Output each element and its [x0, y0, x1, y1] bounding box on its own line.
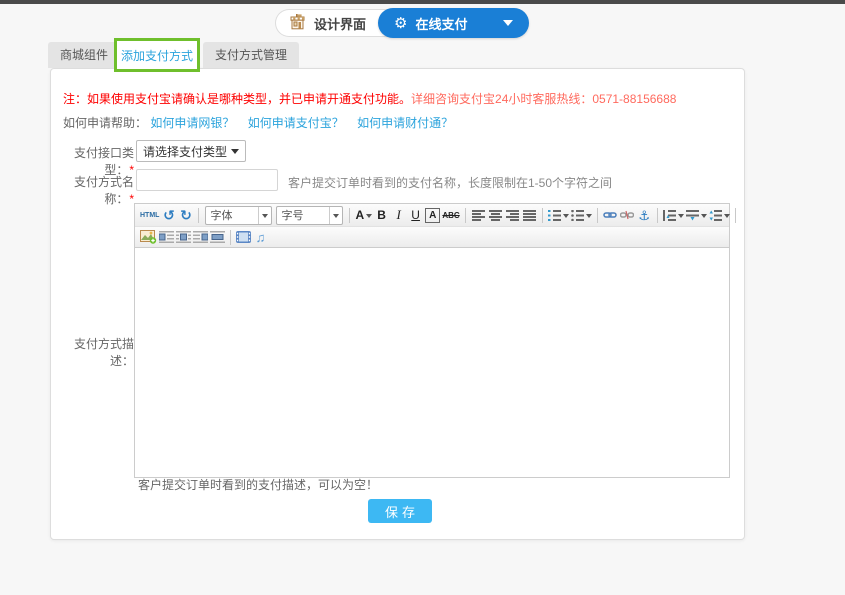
toolbar-separator: [541, 207, 543, 223]
header-switcher: 设计界面 ⚙ 在线支付: [275, 8, 530, 38]
image-float-left-icon[interactable]: [158, 228, 175, 247]
image-inline-icon[interactable]: [175, 228, 192, 247]
interface-type-select[interactable]: 请选择支付类型: [136, 140, 246, 162]
help-label: 如何申请帮助：: [63, 116, 148, 130]
insert-image-icon[interactable]: [139, 228, 158, 247]
tab-add-payment-label: 添加支付方式: [120, 48, 193, 63]
unordered-list-button[interactable]: [570, 206, 593, 225]
help-link-tenpay[interactable]: 如何申请财付通？: [357, 116, 453, 130]
combo-caret-icon: [585, 213, 592, 221]
align-center-icon[interactable]: [487, 206, 504, 225]
notice-text: 注：如果使用支付宝请确认是哪种类型，并已申请开通支付功能。: [63, 92, 412, 106]
font-family-select[interactable]: 字体: [205, 205, 273, 225]
online-pay-label: 在线支付: [415, 16, 468, 32]
save-button[interactable]: 保存: [368, 499, 432, 523]
payment-name-input[interactable]: [136, 169, 278, 191]
toolbar-separator: [349, 207, 351, 223]
tab-manage-payment[interactable]: 支付方式管理: [203, 42, 300, 68]
insert-music-icon[interactable]: ♫: [252, 228, 269, 247]
description-rich-editor: HTML ↺ ↻ 字体 字号 A B I U A ABC ⚓ ♫: [134, 203, 736, 478]
help-links-row: 如何申请帮助： 如何申请网银？ 如何申请支付宝？ 如何申请财付通？: [63, 114, 463, 131]
font-family-value: 字体: [210, 210, 233, 222]
strikethrough-button[interactable]: ABC: [441, 206, 460, 225]
dropdown-caret-icon: [503, 20, 514, 31]
font-color-button[interactable]: A: [354, 206, 373, 225]
toolbar-separator: [734, 207, 736, 223]
payment-name-hint: 客户提交订单时看到的支付名称，长度限制在1-50个字符之间: [288, 176, 613, 190]
toolbar-separator: [230, 229, 231, 245]
combo-caret-icon: [258, 206, 271, 224]
align-left-icon[interactable]: [470, 206, 487, 225]
font-size-value: 字号: [281, 210, 304, 222]
storefront-icon: [289, 13, 307, 33]
payment-desc-label: 支付方式描述：: [73, 337, 134, 368]
interface-type-selected-value: 请选择支付类型: [143, 144, 228, 159]
help-link-netbank[interactable]: 如何申请网银？: [150, 116, 234, 130]
toolbar-separator: [656, 207, 658, 223]
indent-decrease-button[interactable]: [685, 206, 708, 225]
tab-mall-components[interactable]: 商城组件: [48, 42, 121, 68]
tab-add-payment-highlighted[interactable]: 添加支付方式: [114, 38, 200, 72]
indent-increase-button[interactable]: [662, 206, 685, 225]
remove-link-icon[interactable]: [619, 206, 636, 225]
align-right-icon[interactable]: [504, 206, 521, 225]
html-source-button[interactable]: HTML: [139, 206, 160, 225]
toolbar-separator: [596, 207, 598, 223]
combo-caret-icon: [562, 213, 569, 221]
italic-button[interactable]: I: [390, 206, 407, 225]
online-pay-button[interactable]: ⚙ 在线支付: [378, 8, 530, 38]
editor-toolbar-row2: ♫: [135, 227, 729, 248]
combo-caret-icon: [700, 213, 707, 221]
select-caret-icon: [231, 149, 239, 158]
alipay-notice: 注：如果使用支付宝请确认是哪种类型，并已申请开通支付功能。详细咨询支付宝24小时…: [63, 90, 676, 107]
payment-desc-hint: 客户提交订单时看到的支付描述，可以为空！: [138, 478, 379, 492]
editor-toolbar-row1: HTML ↺ ↻ 字体 字号 A B I U A ABC ⚓: [135, 204, 736, 227]
combo-caret-icon: [366, 213, 373, 221]
undo-icon[interactable]: ↺: [160, 206, 177, 225]
combo-caret-icon: [677, 213, 684, 221]
font-size-select[interactable]: 字号: [276, 205, 344, 225]
toolbar-separator: [464, 207, 466, 223]
design-view-button[interactable]: 设计界面: [275, 9, 393, 37]
add-payment-panel: 注：如果使用支付宝请确认是哪种类型，并已申请开通支付功能。详细咨询支付宝24小时…: [50, 68, 745, 540]
insert-link-icon[interactable]: [602, 206, 619, 225]
insert-video-icon[interactable]: [235, 228, 252, 247]
ordered-list-button[interactable]: [547, 206, 570, 225]
bold-button[interactable]: B: [373, 206, 390, 225]
align-justify-icon[interactable]: [521, 206, 538, 225]
line-height-button[interactable]: [708, 206, 731, 225]
background-color-button[interactable]: A: [424, 206, 441, 225]
payment-name-label: 支付方式名称：*: [73, 175, 134, 206]
help-link-alipay[interactable]: 如何申请支付宝？: [248, 116, 344, 130]
toolbar-separator: [198, 207, 200, 223]
notice-hotline: 详细咨询支付宝24小时客服热线：0571-88156688: [411, 92, 677, 106]
redo-icon[interactable]: ↻: [177, 206, 194, 225]
combo-caret-icon: [723, 213, 730, 221]
underline-button[interactable]: U: [407, 206, 424, 225]
design-view-label: 设计界面: [314, 16, 367, 32]
combo-caret-icon: [329, 206, 342, 224]
image-float-right-icon[interactable]: [192, 228, 209, 247]
top-dark-bar: [0, 0, 845, 4]
gear-icon: ⚙: [394, 14, 408, 32]
image-block-icon[interactable]: [209, 228, 226, 247]
editor-content-area[interactable]: [135, 248, 729, 477]
anchor-icon[interactable]: ⚓: [636, 206, 653, 225]
